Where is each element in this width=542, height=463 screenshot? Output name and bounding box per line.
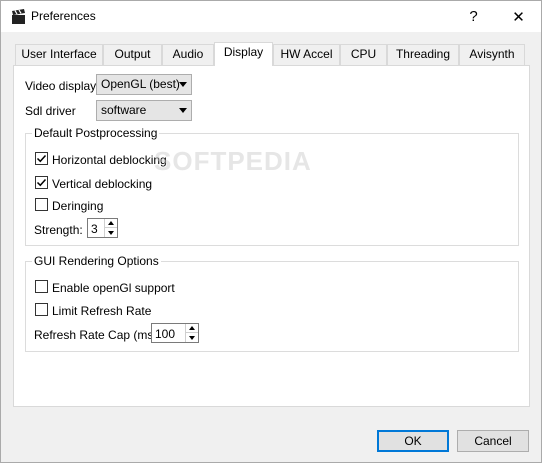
clapperboard-icon [12, 9, 25, 24]
title-bar: Preferences ? ✕ [1, 1, 541, 32]
ok-button[interactable]: OK [377, 430, 449, 452]
refresh-rate-cap-label: Refresh Rate Cap (ms) [34, 328, 158, 342]
sdl-driver-label: Sdl driver [25, 104, 76, 118]
sdl-driver-select[interactable]: software [96, 100, 192, 121]
video-display-value: OpenGL (best) [101, 77, 180, 91]
tab-threading[interactable]: Threading [387, 44, 459, 65]
tab-hw-accel[interactable]: HW Accel [273, 44, 340, 65]
display-tab-panel: SOFTPEDIA Video display: OpenGL (best) S… [13, 65, 530, 407]
strength-spin-buttons [104, 219, 117, 237]
horizontal-deblocking-checkbox[interactable] [35, 152, 48, 165]
video-display-label: Video display: [25, 79, 100, 93]
vertical-deblocking-checkbox[interactable] [35, 176, 48, 189]
deringing-checkbox[interactable] [35, 198, 48, 211]
checkmark-icon [36, 154, 47, 163]
horizontal-deblocking-label: Horizontal deblocking [52, 153, 167, 167]
vertical-deblocking-label: Vertical deblocking [52, 177, 153, 191]
video-display-select[interactable]: OpenGL (best) [96, 74, 192, 95]
refresh-rate-cap-spinbox[interactable]: 100 [151, 323, 199, 343]
gui-rendering-group: GUI Rendering Options Enable openGl supp… [25, 254, 519, 352]
tab-display[interactable]: Display [214, 42, 273, 66]
refresh-rate-decrement-button[interactable] [186, 333, 198, 342]
gui-rendering-group-title: GUI Rendering Options [32, 254, 161, 268]
close-button[interactable]: ✕ [496, 1, 541, 32]
preferences-window: Preferences ? ✕ User Interface Output Au… [0, 0, 542, 463]
window-title: Preferences [31, 9, 96, 23]
arrow-up-icon [108, 221, 114, 225]
postprocessing-group: Default Postprocessing Horizontal debloc… [25, 126, 519, 246]
tab-avisynth[interactable]: Avisynth [459, 44, 525, 65]
strength-spinbox[interactable]: 3 [87, 218, 118, 238]
tab-audio[interactable]: Audio [162, 44, 214, 65]
arrow-down-icon [108, 230, 114, 235]
refresh-rate-increment-button[interactable] [186, 324, 198, 333]
cancel-button[interactable]: Cancel [457, 430, 529, 452]
postprocessing-group-title: Default Postprocessing [32, 126, 160, 140]
refresh-rate-spin-buttons [185, 324, 198, 342]
deringing-label: Deringing [52, 199, 104, 213]
strength-increment-button[interactable] [105, 219, 117, 228]
checkmark-icon [36, 178, 47, 187]
strength-value: 3 [91, 222, 98, 236]
refresh-rate-cap-value: 100 [155, 327, 176, 341]
help-button[interactable]: ? [451, 1, 496, 32]
chevron-down-icon [179, 82, 187, 87]
strength-decrement-button[interactable] [105, 228, 117, 237]
chevron-down-icon [179, 108, 187, 113]
tab-user-interface[interactable]: User Interface [15, 44, 103, 65]
enable-opengl-checkbox[interactable] [35, 280, 48, 293]
arrow-up-icon [189, 326, 195, 330]
sdl-driver-value: software [101, 103, 147, 117]
arrow-down-icon [189, 335, 195, 340]
limit-refresh-rate-label: Limit Refresh Rate [52, 304, 152, 318]
limit-refresh-rate-checkbox[interactable] [35, 303, 48, 316]
strength-label: Strength: [34, 223, 83, 237]
tab-output[interactable]: Output [103, 44, 162, 65]
enable-opengl-label: Enable openGl support [52, 281, 175, 295]
tab-cpu[interactable]: CPU [340, 44, 387, 65]
